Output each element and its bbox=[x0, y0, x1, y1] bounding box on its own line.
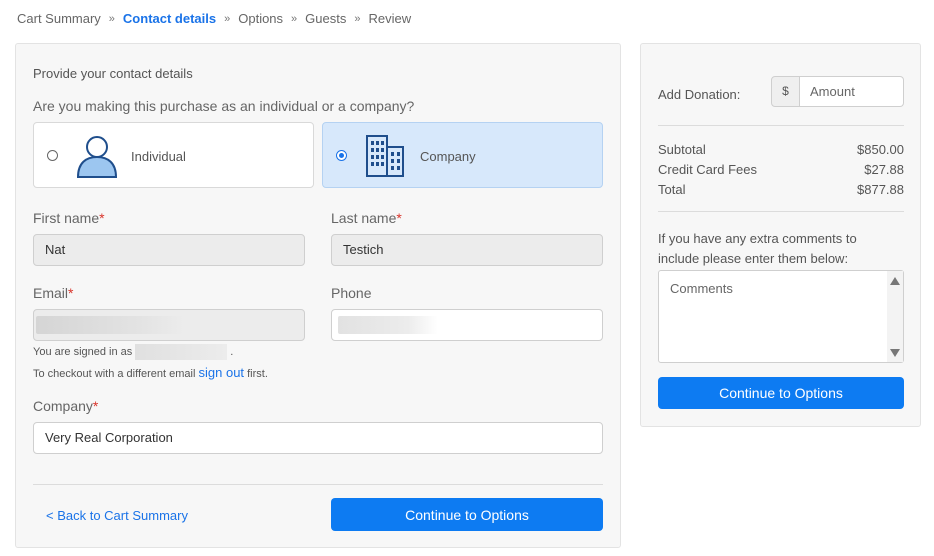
phone-label: Phone bbox=[331, 285, 372, 301]
order-summary-panel: Add Donation: $ Amount Subtotal $850.00 … bbox=[640, 43, 921, 427]
purchase-type-question: Are you making this purchase as an indiv… bbox=[33, 98, 415, 114]
company-radio[interactable] bbox=[336, 150, 347, 161]
back-to-cart-summary-link[interactable]: < Back to Cart Summary bbox=[46, 508, 188, 523]
breadcrumb-contact-details: Contact details bbox=[122, 11, 217, 26]
subtotal-label: Subtotal bbox=[658, 142, 706, 157]
company-name-field[interactable]: Very Real Corporation bbox=[33, 422, 603, 454]
breadcrumb-review[interactable]: Review bbox=[368, 11, 411, 26]
contact-details-panel: Provide your contact details Are you mak… bbox=[15, 43, 621, 548]
company-name-label: Company* bbox=[33, 398, 99, 414]
breadcrumb-separator: » bbox=[291, 12, 298, 25]
breadcrumb-separator: » bbox=[108, 12, 115, 25]
section-title: Provide your contact details bbox=[33, 66, 193, 81]
person-icon bbox=[76, 136, 118, 178]
redacted-account bbox=[135, 344, 228, 360]
breadcrumb-cart-summary[interactable]: Cart Summary bbox=[17, 11, 101, 26]
breadcrumb-options[interactable]: Options bbox=[238, 11, 283, 26]
individual-option[interactable]: Individual bbox=[33, 122, 314, 188]
donation-amount-input[interactable]: Amount bbox=[800, 76, 904, 107]
comments-textarea[interactable]: Comments bbox=[658, 270, 904, 363]
company-label: Company bbox=[420, 149, 476, 164]
comments-help-text: If you have any extra comments to includ… bbox=[658, 231, 857, 266]
subtotal-value: $850.00 bbox=[857, 142, 904, 157]
divider bbox=[33, 484, 603, 485]
scroll-down-icon[interactable] bbox=[890, 349, 900, 357]
total-row: Total $877.88 bbox=[658, 182, 904, 197]
donation-input-group: $ Amount bbox=[771, 76, 904, 107]
first-name-label: First name* bbox=[33, 210, 105, 226]
redacted-phone bbox=[338, 316, 438, 334]
breadcrumb: Cart Summary » Contact details » Options… bbox=[17, 11, 411, 26]
breadcrumb-guests[interactable]: Guests bbox=[305, 11, 346, 26]
sign-out-link[interactable]: sign out bbox=[199, 365, 245, 380]
fees-row: Credit Card Fees $27.88 bbox=[658, 162, 904, 177]
sidebar-continue-to-options-button[interactable]: Continue to Options bbox=[658, 377, 904, 409]
company-option[interactable]: Company bbox=[322, 122, 603, 188]
breadcrumb-separator: » bbox=[224, 12, 231, 25]
divider bbox=[658, 211, 904, 212]
breadcrumb-separator: » bbox=[354, 12, 361, 25]
comments-scrollbar[interactable] bbox=[887, 271, 903, 362]
individual-label: Individual bbox=[131, 149, 186, 164]
building-icon bbox=[366, 135, 404, 177]
checkout-note: To checkout with a different email sign … bbox=[33, 365, 268, 380]
scroll-up-icon[interactable] bbox=[890, 277, 900, 285]
email-field[interactable] bbox=[33, 309, 305, 341]
comments-placeholder: Comments bbox=[670, 281, 733, 296]
first-name-field[interactable]: Nat bbox=[33, 234, 305, 266]
currency-prefix: $ bbox=[771, 76, 800, 107]
individual-radio[interactable] bbox=[47, 150, 58, 161]
phone-field[interactable] bbox=[331, 309, 603, 341]
fees-label: Credit Card Fees bbox=[658, 162, 757, 177]
signed-in-note: You are signed in as. bbox=[33, 344, 233, 360]
divider bbox=[658, 125, 904, 126]
last-name-label: Last name* bbox=[331, 210, 402, 226]
email-label: Email* bbox=[33, 285, 74, 301]
continue-to-options-button[interactable]: Continue to Options bbox=[331, 498, 603, 531]
donation-label: Add Donation: bbox=[658, 87, 741, 102]
last-name-field[interactable]: Testich bbox=[331, 234, 603, 266]
total-label: Total bbox=[658, 182, 686, 197]
subtotal-row: Subtotal $850.00 bbox=[658, 142, 904, 157]
redacted-email bbox=[36, 316, 184, 334]
total-value: $877.88 bbox=[857, 182, 904, 197]
fees-value: $27.88 bbox=[864, 162, 904, 177]
